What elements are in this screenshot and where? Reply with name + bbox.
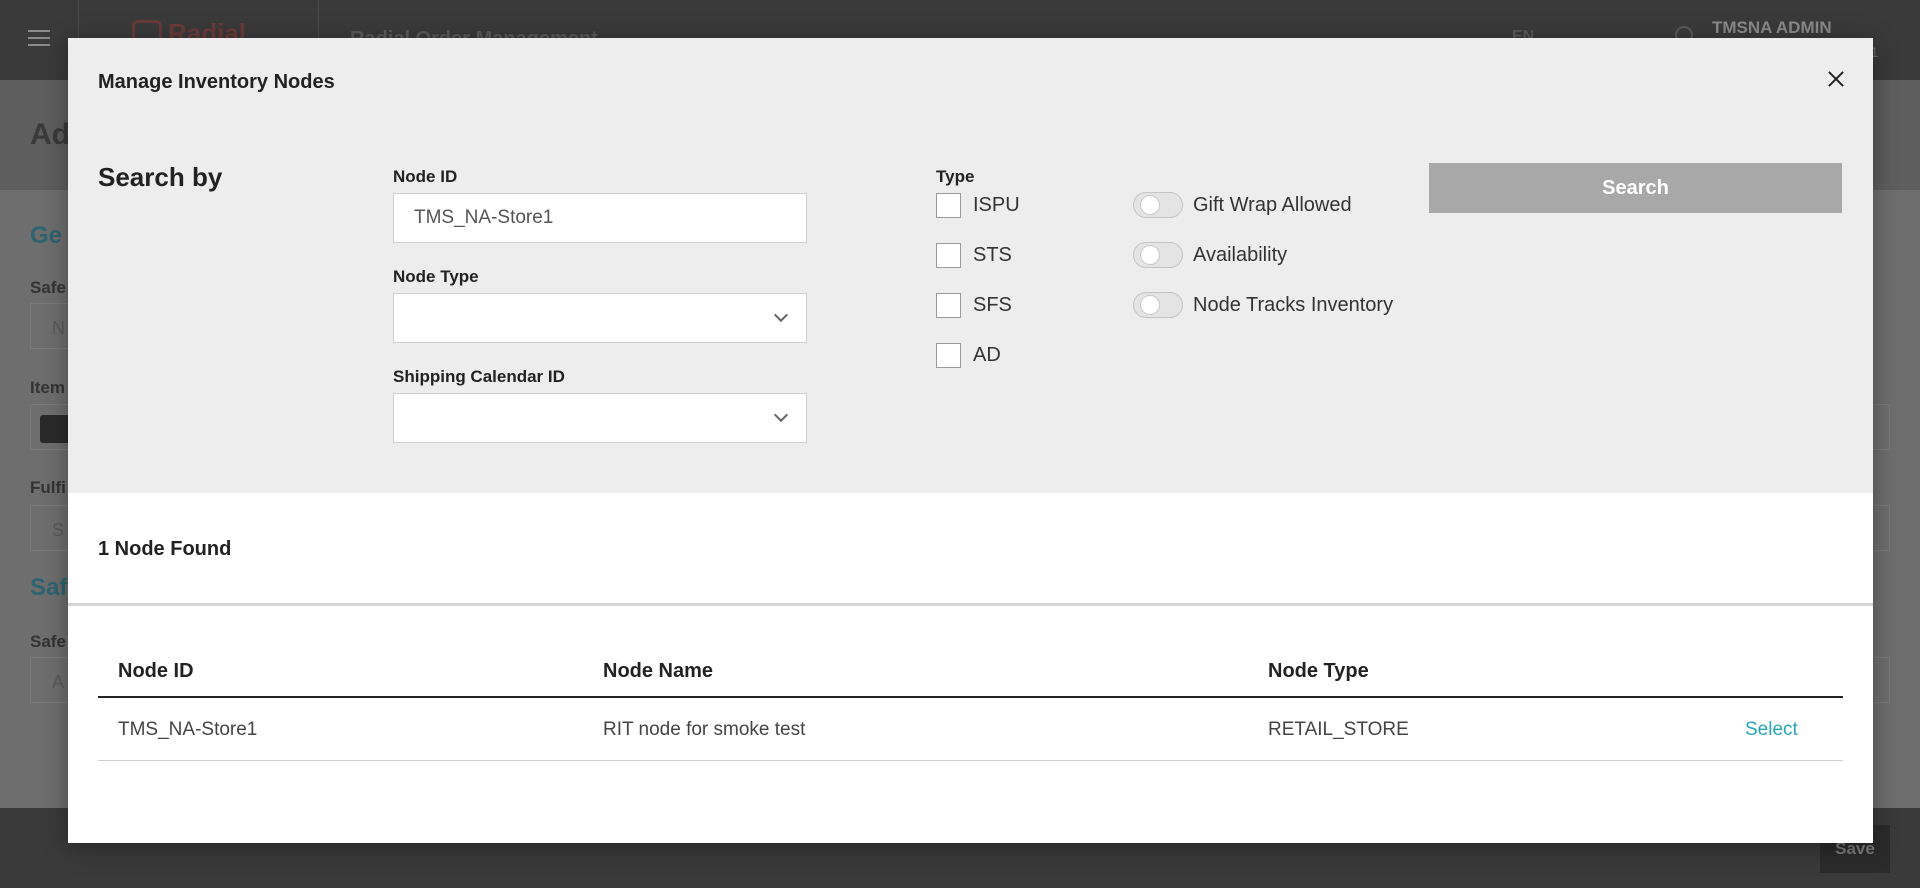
page-title: Ad — [30, 118, 70, 151]
select-link[interactable]: Select — [1745, 719, 1798, 741]
column-header-node-id: Node ID — [118, 660, 194, 682]
toggle-label: Node Tracks Inventory — [1193, 293, 1394, 316]
toggle-switch[interactable] — [1133, 242, 1183, 268]
chevron-down-icon — [773, 307, 789, 323]
search-button[interactable]: Search — [1429, 163, 1842, 213]
label-safety: Safe — [30, 278, 66, 297]
search-panel: Manage Inventory Nodes Search by Node ID… — [68, 38, 1873, 493]
safety-input-2-placeholder: A — [52, 672, 65, 692]
cell-node-id: TMS_NA-Store1 — [118, 719, 258, 740]
checkbox-label: ISPU — [973, 193, 1020, 216]
toggle-label: Availability — [1193, 243, 1288, 266]
type-checkbox-ispu[interactable]: ISPU — [936, 192, 1020, 218]
toggle-label: Gift Wrap Allowed — [1193, 193, 1352, 216]
fulfillment-input-placeholder: S — [52, 520, 65, 540]
checkbox[interactable] — [936, 242, 961, 268]
label-fulfillment: Fulfi — [30, 478, 66, 497]
toggle-switch[interactable] — [1133, 292, 1183, 318]
checkbox-label: AD — [973, 343, 1001, 366]
manage-inventory-nodes-modal: Manage Inventory Nodes Search by Node ID… — [68, 38, 1873, 843]
chevron-down-icon — [773, 407, 789, 423]
shipping-calendar-select[interactable] — [393, 393, 807, 443]
type-checkbox-sfs[interactable]: SFS — [936, 292, 1012, 318]
shipping-calendar-label: Shipping Calendar ID — [393, 367, 565, 386]
table-row: TMS_NA-Store1 RIT node for smoke test RE… — [98, 698, 1843, 761]
section-general-heading: Ge — [30, 222, 63, 249]
node-id-input[interactable] — [393, 193, 807, 243]
node-type-select[interactable] — [393, 293, 807, 343]
checkbox-label: SFS — [973, 293, 1012, 316]
section-safety-heading: Saf — [30, 574, 68, 601]
search-by-heading: Search by — [98, 162, 223, 192]
toggle-knob — [1140, 245, 1160, 265]
cell-node-name: RIT node for smoke test — [603, 719, 806, 740]
toggle-knob — [1140, 195, 1160, 215]
results-count: 1 Node Found — [98, 538, 232, 560]
checkbox[interactable] — [936, 192, 961, 218]
toggle-node-tracks-inventory[interactable]: Node Tracks Inventory — [1133, 292, 1393, 318]
label-safety-2: Safe — [30, 632, 66, 651]
toggle-switch[interactable] — [1133, 192, 1183, 218]
results-table: Node ID Node Name Node Type TMS_NA-Store… — [98, 648, 1843, 761]
safety-input-placeholder: N — [52, 318, 65, 338]
table-header: Node ID Node Name Node Type — [98, 648, 1843, 698]
checkbox-label: STS — [973, 243, 1012, 266]
hamburger-menu-icon[interactable] — [28, 30, 50, 46]
type-label: Type — [936, 167, 975, 186]
type-checkbox-sts[interactable]: STS — [936, 242, 1012, 268]
checkbox[interactable] — [936, 292, 961, 318]
close-icon[interactable] — [1823, 66, 1849, 92]
node-type-label: Node Type — [393, 267, 479, 286]
user-name[interactable]: TMSNA ADMIN — [1712, 18, 1832, 38]
toggle-availability[interactable]: Availability — [1133, 242, 1287, 268]
type-checkbox-ad[interactable]: AD — [936, 342, 1001, 368]
modal-title: Manage Inventory Nodes — [98, 71, 335, 93]
results-divider — [68, 603, 1873, 606]
cell-node-type: RETAIL_STORE — [1268, 719, 1409, 740]
checkbox[interactable] — [936, 342, 961, 368]
column-header-node-type: Node Type — [1268, 660, 1369, 682]
toggle-gift-wrap-allowed[interactable]: Gift Wrap Allowed — [1133, 192, 1352, 218]
node-id-label: Node ID — [393, 167, 458, 186]
column-header-node-name: Node Name — [603, 660, 714, 682]
toggle-knob — [1140, 295, 1160, 315]
label-item: Item — [30, 378, 65, 397]
